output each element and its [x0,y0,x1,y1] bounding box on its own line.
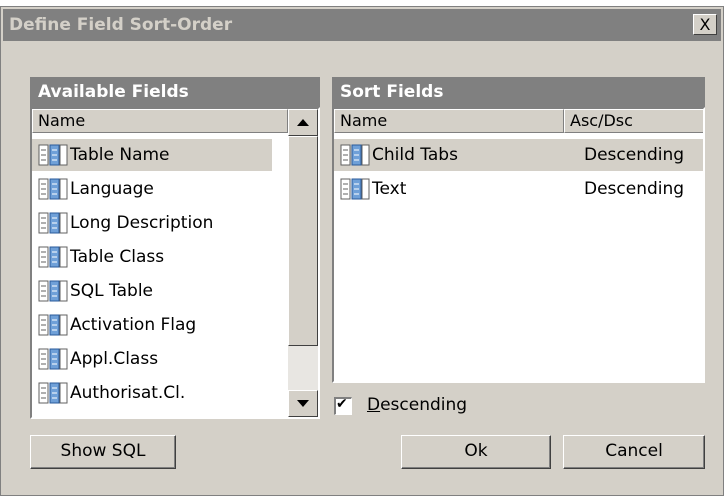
sort-name-column-header[interactable]: Name [334,109,564,133]
show-sql-button[interactable]: Show SQL [30,435,176,469]
sort-field-name: Child Tabs [372,145,458,165]
cancel-button[interactable]: Cancel [563,435,705,469]
field-icon [38,314,68,336]
available-field-item[interactable]: Activation Flag [32,309,272,341]
scroll-up-button[interactable] [288,109,318,136]
descending-label-text: escending [380,395,468,415]
scroll-down-button[interactable] [288,390,318,417]
sort-field-item[interactable]: Text Descending [334,173,703,205]
available-field-item[interactable]: Appl.Class [32,343,272,375]
field-label: Table Name [70,145,170,165]
field-icon [38,246,68,268]
descending-label-hotkey: D [367,395,381,415]
field-icon [38,348,68,370]
sort-ascdsc-column-header[interactable]: Asc/Dsc [564,109,703,133]
descending-checkbox-label[interactable]: Descending [367,395,467,415]
scroll-down-arrow-icon [297,400,309,407]
sort-field-order: Descending [584,179,685,199]
ok-button[interactable]: Ok [401,435,551,469]
descending-checkbox[interactable]: ✔ [334,396,352,415]
field-label: Appl.Class [70,349,159,369]
field-label: Long Description [70,213,214,233]
sort-fields-list[interactable]: Name Asc/Dsc Child Tabs Descending Text Des… [332,107,705,383]
checkmark-icon: ✔ [336,396,348,412]
available-field-item[interactable]: Table Class [32,241,272,273]
field-label: SQL Table [70,281,154,301]
available-name-column-header[interactable]: Name [32,109,288,133]
field-label: Activation Flag [70,315,197,335]
available-field-item[interactable]: Authorisat.Cl. [32,377,272,409]
field-icon [38,382,68,404]
available-fields-list[interactable]: Name Table Name Language Long Description T… [30,107,320,419]
close-icon: X [699,15,711,34]
scroll-up-arrow-icon [297,119,309,126]
title-bar[interactable]: Define Field Sort-Order X [3,9,721,41]
dialog-title: Define Field Sort-Order [9,15,233,35]
field-icon [38,178,68,200]
field-icon [38,280,68,302]
field-icon [38,212,68,234]
close-button[interactable]: X [693,14,717,35]
available-field-item[interactable]: SQL Table [32,275,272,307]
sort-field-item[interactable]: Child Tabs Descending [334,139,703,171]
available-field-item[interactable]: Language [32,173,272,205]
available-field-item[interactable]: Table Name [32,139,272,171]
field-icon [38,144,68,166]
field-label: Table Class [70,247,165,267]
field-label: Language [70,179,154,199]
sort-fields-header: Sort Fields [332,77,705,107]
available-fields-scrollbar[interactable] [288,109,318,417]
field-label: Authorisat.Cl. [70,383,186,403]
sort-field-name: Text [372,179,407,199]
define-sort-order-dialog: Define Field Sort-Order X Available Fiel… [0,6,724,496]
available-field-item[interactable]: Long Description [32,207,272,239]
field-icon [340,178,370,200]
sort-field-order: Descending [584,145,685,165]
field-icon [340,144,370,166]
available-fields-header: Available Fields [30,77,320,107]
scroll-thumb[interactable] [288,136,318,346]
